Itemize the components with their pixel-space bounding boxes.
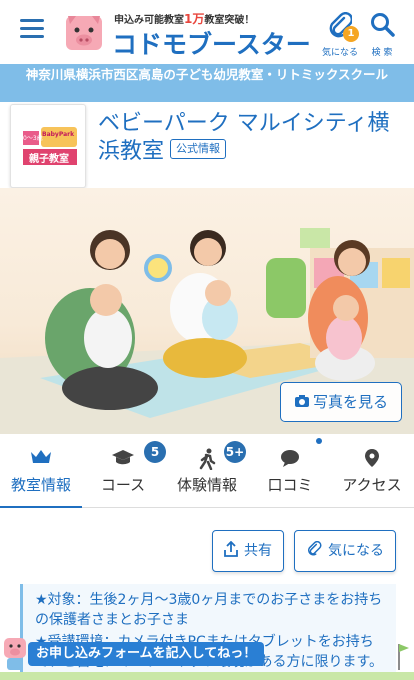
- tab-courses-label: コース: [100, 476, 146, 494]
- favorites-count-badge: 1: [343, 26, 359, 42]
- tab-courses[interactable]: 5 コース: [82, 434, 166, 508]
- location-breadcrumb: 神奈川県横浜市西区高島の子ども幼児教室・リトミックスクール: [0, 64, 414, 102]
- courses-count-badge: 5: [144, 441, 166, 463]
- search-label: 検 索: [371, 48, 393, 58]
- tab-reviews-label: 口コミ: [267, 476, 313, 494]
- favorite-label: 気になる: [328, 543, 384, 559]
- pig-mascot-icon: [4, 638, 26, 670]
- logo-brand-text: BabyPark: [42, 131, 75, 138]
- tab-reviews[interactable]: 口コミ: [250, 434, 330, 508]
- share-label: 共有: [244, 543, 272, 559]
- tab-trial-info[interactable]: 5+ 体験情報: [164, 434, 250, 508]
- flag-icon: [398, 644, 409, 670]
- crown-icon: [31, 450, 51, 463]
- map-pin-icon: [365, 449, 379, 467]
- classroom-photo[interactable]: 写真を見る: [0, 188, 414, 434]
- school-logo: 0〜3歳 BabyPark 親子教室: [10, 104, 86, 188]
- speech-bubble-icon: [281, 450, 299, 467]
- tab-access-label: アクセス: [342, 476, 402, 494]
- school-name: ベビーパーク マルイシティ横浜教室: [98, 111, 390, 164]
- official-info-badge[interactable]: 公式情報: [170, 139, 227, 159]
- search-button[interactable]: 検 索: [360, 10, 404, 58]
- logo-class-text: 親子教室: [29, 154, 69, 165]
- camera-icon: [294, 394, 309, 407]
- tab-trial-info-label: 体験情報: [176, 476, 237, 494]
- trial-count-badge: 5+: [224, 441, 246, 463]
- tab-school-info-label: 教室情報: [10, 476, 71, 494]
- target-audience-text: ★対象：生後2ヶ月〜3歳0ヶ月までのお子さまをお持ちの保護者さまとお子さま: [35, 592, 383, 628]
- favorites-button[interactable]: 1 気になる: [318, 10, 362, 58]
- tab-bar: 教室情報 5 コース 5+ 体験情報 口コミ アクセス: [0, 434, 414, 509]
- search-icon: [371, 13, 395, 37]
- reviews-new-dot: [316, 438, 322, 444]
- tab-access[interactable]: アクセス: [330, 434, 414, 508]
- walking-person-icon: [199, 448, 216, 470]
- share-button[interactable]: 共有: [212, 530, 284, 572]
- view-photos-label: 写真を見る: [312, 393, 388, 411]
- pig-mascot-icon: [66, 16, 102, 50]
- school-header: 0〜3歳 BabyPark 親子教室 ベビーパーク マルイシティ横浜教室 公式情報: [0, 102, 414, 188]
- logo-age-text: 0〜3歳: [23, 135, 43, 142]
- paperclip-icon: [308, 540, 322, 556]
- apply-form-banner[interactable]: お申し込みフォームを記入してねっ！: [28, 642, 265, 666]
- hamburger-menu-icon[interactable]: [20, 19, 44, 39]
- favorite-button[interactable]: 気になる: [294, 530, 396, 572]
- share-icon: [224, 540, 238, 557]
- ground-decoration: [0, 672, 414, 680]
- graduation-cap-icon: [112, 450, 134, 465]
- site-header: 申込み可能教室1万教室突破！ コドモブースター 1 気になる 検 索: [0, 0, 414, 64]
- school-title: ベビーパーク マルイシティ横浜教室 公式情報: [98, 110, 398, 166]
- tab-school-info[interactable]: 教室情報: [0, 434, 82, 509]
- brand-name: コドモブースター: [112, 30, 311, 59]
- site-logo[interactable]: 申込み可能教室1万教室突破！ コドモブースター: [64, 8, 311, 59]
- favorites-label: 気になる: [321, 48, 358, 58]
- view-photos-button[interactable]: 写真を見る: [280, 382, 402, 422]
